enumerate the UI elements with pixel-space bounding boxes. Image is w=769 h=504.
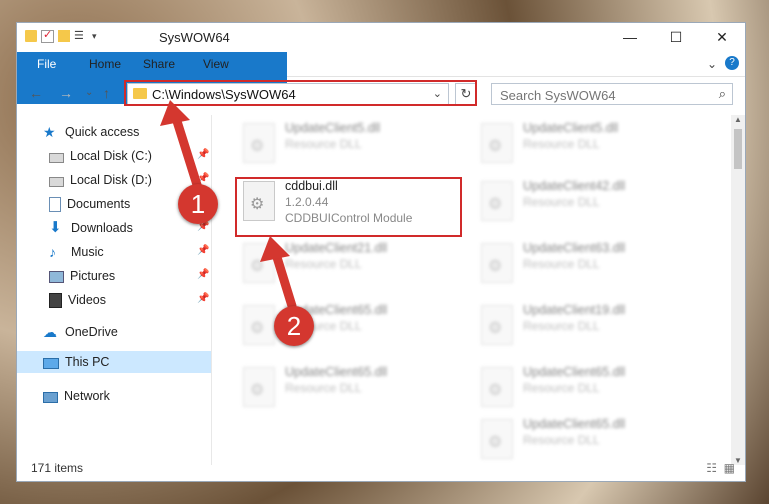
annotation-arrows [160, 100, 297, 311]
step-1-badge: 1 [178, 184, 218, 224]
arrow-1-shaft [171, 113, 203, 193]
arrow-1-head [160, 100, 190, 126]
arrow-2-shaft [271, 249, 297, 311]
step-2-badge: 2 [274, 306, 314, 346]
arrow-2-head [260, 236, 290, 262]
